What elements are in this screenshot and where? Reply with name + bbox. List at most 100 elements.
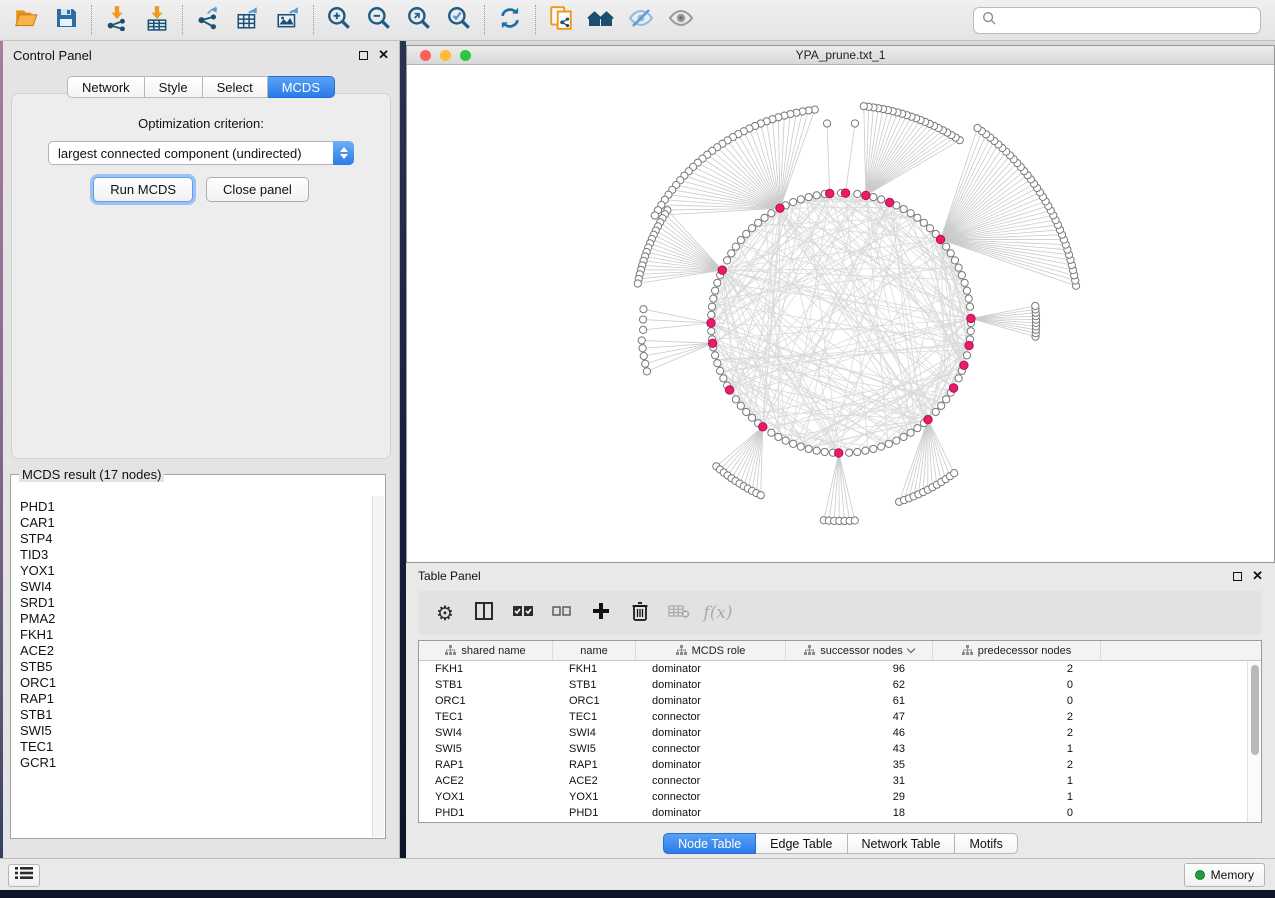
first-neighbors-button[interactable]: [581, 3, 621, 37]
memory-button[interactable]: Memory: [1184, 863, 1265, 887]
import-table-button[interactable]: [137, 3, 177, 37]
result-node-item[interactable]: TEC1: [20, 739, 372, 755]
network-canvas[interactable]: [407, 65, 1274, 562]
tab-edge-table[interactable]: Edge Table: [756, 833, 847, 854]
mcds-node[interactable]: [936, 235, 944, 243]
show-column-button[interactable]: [471, 600, 497, 626]
mcds-node[interactable]: [960, 361, 968, 369]
run-mcds-button[interactable]: Run MCDS: [93, 177, 193, 202]
refresh-layout-button[interactable]: [490, 3, 530, 37]
table-row[interactable]: PHD1PHD1dominator180: [419, 805, 1247, 821]
open-session-button[interactable]: [6, 3, 46, 37]
mcds-node[interactable]: [924, 415, 932, 423]
result-node-item[interactable]: SRD1: [20, 595, 372, 611]
tab-node-table[interactable]: Node Table: [663, 833, 756, 854]
result-node-item[interactable]: STB5: [20, 659, 372, 675]
show-panels-button[interactable]: [8, 864, 40, 887]
zoom-in-button[interactable]: [319, 3, 359, 37]
mcds-node[interactable]: [965, 341, 973, 349]
create-column-button[interactable]: [588, 600, 614, 626]
export-image-button[interactable]: [268, 3, 308, 37]
column-header-MCDS-role[interactable]: MCDS role: [636, 641, 786, 660]
mcds-node[interactable]: [708, 339, 716, 347]
result-node-item[interactable]: CAR1: [20, 515, 372, 531]
hide-selected-button[interactable]: [621, 3, 661, 37]
table-row[interactable]: FKH1FKH1dominator962: [419, 661, 1247, 677]
table-settings-button[interactable]: ⚙: [432, 600, 458, 626]
result-node-item[interactable]: RAP1: [20, 691, 372, 707]
search-box[interactable]: [973, 7, 1261, 34]
mcds-node[interactable]: [825, 189, 833, 197]
close-panel-button[interactable]: Close panel: [206, 177, 309, 202]
float-panel-icon[interactable]: [1233, 572, 1242, 581]
mcds-node[interactable]: [949, 384, 957, 392]
network-window-titlebar[interactable]: YPA_prune.txt_1: [407, 46, 1274, 65]
tab-mcds[interactable]: MCDS: [268, 76, 335, 98]
mcds-node[interactable]: [718, 266, 726, 274]
close-panel-icon[interactable]: ✕: [1252, 571, 1263, 581]
result-node-item[interactable]: PMA2: [20, 611, 372, 627]
export-table-button[interactable]: [228, 3, 268, 37]
result-node-item[interactable]: ORC1: [20, 675, 372, 691]
criterion-dropdown[interactable]: largest connected component (undirected): [48, 141, 354, 165]
result-node-item[interactable]: TID3: [20, 547, 372, 563]
tab-select[interactable]: Select: [203, 76, 268, 98]
zoom-fit-button[interactable]: [399, 3, 439, 37]
table-scrollbar[interactable]: [1247, 661, 1261, 822]
show-all-button[interactable]: [661, 3, 701, 37]
mcds-node[interactable]: [967, 314, 975, 322]
mcds-node[interactable]: [725, 386, 733, 394]
result-node-item[interactable]: YOX1: [20, 563, 372, 579]
table-row[interactable]: STB1STB1dominator620: [419, 677, 1247, 693]
select-all-columns-button[interactable]: [510, 600, 536, 626]
delete-table-button[interactable]: [666, 600, 692, 626]
mcds-node[interactable]: [862, 191, 870, 199]
zoom-selected-button[interactable]: [439, 3, 479, 37]
float-panel-icon[interactable]: [359, 51, 368, 60]
result-node-item[interactable]: SWI4: [20, 579, 372, 595]
result-node-item[interactable]: FKH1: [20, 627, 372, 643]
maximize-window-icon[interactable]: [460, 50, 471, 61]
delete-column-button[interactable]: [627, 600, 653, 626]
result-node-item[interactable]: STP4: [20, 531, 372, 547]
function-builder-button[interactable]: f(x): [705, 600, 731, 626]
close-window-icon[interactable]: [420, 50, 431, 61]
close-panel-icon[interactable]: ✕: [378, 50, 389, 60]
table-row[interactable]: YOX1YOX1connector291: [419, 789, 1247, 805]
table-row[interactable]: ACE2ACE2connector311: [419, 773, 1247, 789]
network-view[interactable]: [407, 65, 1274, 562]
column-header-successor-nodes[interactable]: successor nodes: [786, 641, 933, 660]
table-row[interactable]: TEC1TEC1connector472: [419, 709, 1247, 725]
minimize-window-icon[interactable]: [440, 50, 451, 61]
table-row[interactable]: RAP1RAP1dominator352: [419, 757, 1247, 773]
mcds-node[interactable]: [776, 204, 784, 212]
tab-motifs[interactable]: Motifs: [955, 833, 1017, 854]
search-input[interactable]: [1003, 13, 1252, 28]
result-scrollbar[interactable]: [372, 496, 384, 837]
column-header-predecessor-nodes[interactable]: predecessor nodes: [933, 641, 1101, 660]
result-node-item[interactable]: ACE2: [20, 643, 372, 659]
column-header-shared-name[interactable]: shared name: [419, 641, 553, 660]
tab-network-table[interactable]: Network Table: [848, 833, 956, 854]
result-node-item[interactable]: PHD1: [20, 499, 372, 515]
mcds-node[interactable]: [885, 198, 893, 206]
mcds-node[interactable]: [707, 319, 715, 327]
zoom-out-button[interactable]: [359, 3, 399, 37]
export-network-button[interactable]: [188, 3, 228, 37]
duplicate-network-button[interactable]: [541, 3, 581, 37]
deselect-all-columns-button[interactable]: [549, 600, 575, 626]
table-row[interactable]: ORC1ORC1dominator610: [419, 693, 1247, 709]
result-node-item[interactable]: GCR1: [20, 755, 372, 771]
column-header-name[interactable]: name: [553, 641, 636, 660]
import-network-button[interactable]: [97, 3, 137, 37]
save-session-button[interactable]: [46, 3, 86, 37]
tab-network[interactable]: Network: [67, 76, 145, 98]
mcds-node[interactable]: [841, 189, 849, 197]
tab-style[interactable]: Style: [145, 76, 203, 98]
table-scrollbar-thumb[interactable]: [1251, 665, 1259, 755]
table-row[interactable]: SWI5SWI5connector431: [419, 741, 1247, 757]
mcds-node[interactable]: [759, 423, 767, 431]
table-row[interactable]: SWI4SWI4dominator462: [419, 725, 1247, 741]
result-node-item[interactable]: STB1: [20, 707, 372, 723]
result-node-item[interactable]: SWI5: [20, 723, 372, 739]
